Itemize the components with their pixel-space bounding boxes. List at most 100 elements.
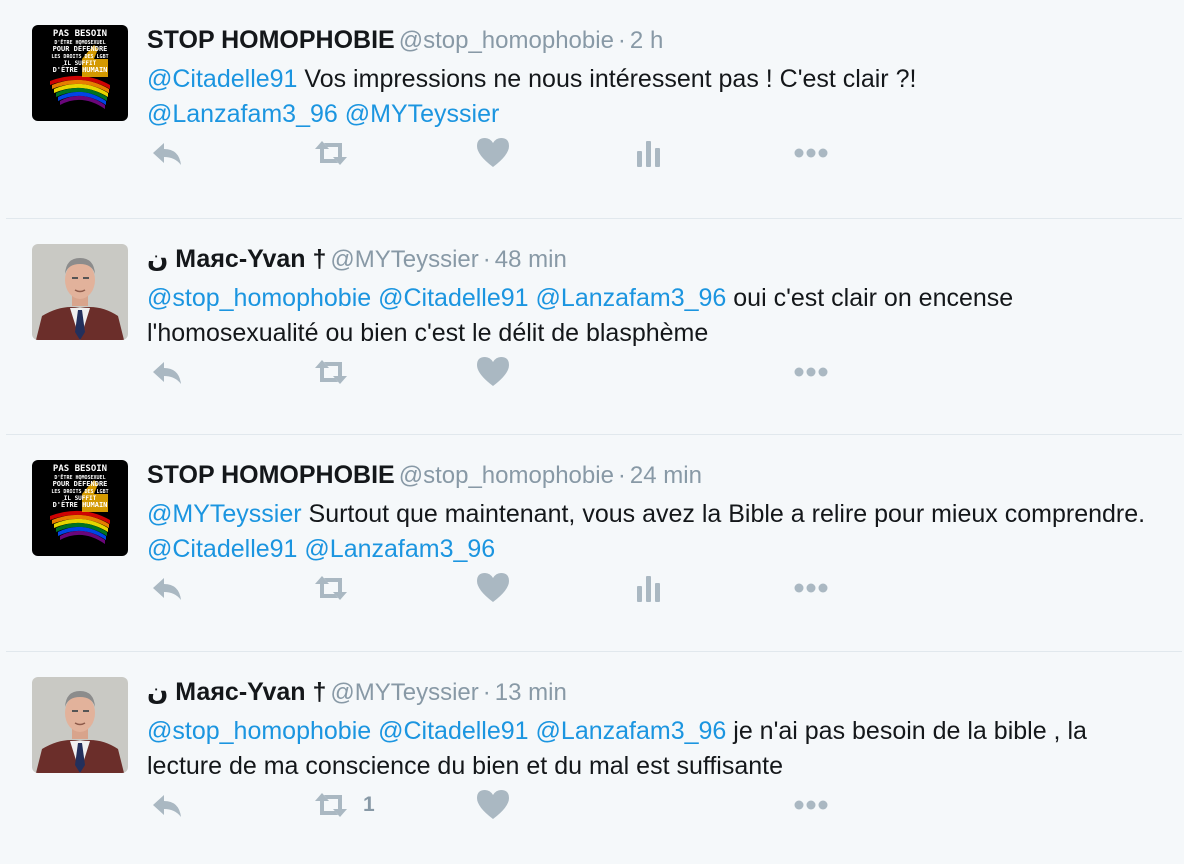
like-button[interactable] xyxy=(473,785,513,825)
analytics-icon xyxy=(629,568,669,608)
svg-text:D'ÊTRE HUMAIN: D'ÊTRE HUMAIN xyxy=(53,65,108,74)
reply-button[interactable] xyxy=(147,352,187,392)
avatar[interactable] xyxy=(32,244,128,340)
reply-button[interactable] xyxy=(147,785,187,825)
mention-link[interactable]: @Citadelle91 xyxy=(147,65,297,93)
mention-link[interactable]: @MYTeyssier xyxy=(147,500,302,528)
more-button[interactable] xyxy=(791,352,831,392)
analytics-icon xyxy=(629,133,669,173)
mention-link[interactable]: @Lanzafam3_96 xyxy=(536,717,727,745)
mention-link[interactable]: @Lanzafam3_96 xyxy=(536,284,727,312)
tweet[interactable]: ن Маяс-Yvan † @MYTeyssier · 13 min @stop_hom… xyxy=(6,651,1182,864)
heart-icon xyxy=(473,785,513,825)
tweet-text-segment: Vos impressions ne nous intéressent pas … xyxy=(297,65,917,93)
like-button[interactable] xyxy=(473,133,513,173)
author-name[interactable]: STOP HOMOPHOBIE xyxy=(147,461,395,489)
author-handle[interactable]: @stop_homophobie xyxy=(399,27,614,54)
reply-button[interactable] xyxy=(147,133,187,173)
retweet-button[interactable] xyxy=(311,352,351,392)
tweet-actions: 1 xyxy=(147,785,847,825)
mention-link[interactable]: @Citadelle91 xyxy=(378,284,528,312)
svg-text:POUR DÉFENDRE: POUR DÉFENDRE xyxy=(53,44,108,53)
reply-icon xyxy=(147,568,187,608)
tweet-text-segment xyxy=(529,284,536,312)
author-name[interactable]: ن Маяс-Yvan † xyxy=(147,678,326,706)
author-name[interactable]: ن Маяс-Yvan † xyxy=(147,245,326,273)
tweet-text-segment: Surtout que maintenant, vous avez la Bib… xyxy=(301,500,1146,528)
tweet[interactable]: PAS BESOIN D'ÊTRE HOMOSEXUEL POUR DÉFENDRE… xyxy=(6,434,1182,651)
retweet-icon xyxy=(311,133,351,173)
mention-link[interactable]: @Lanzafam3_96 xyxy=(304,535,495,563)
timestamp[interactable]: 24 min xyxy=(630,462,702,489)
retweet-icon xyxy=(311,785,351,825)
separator-dot: · xyxy=(617,27,626,54)
svg-text:D'ÊTRE HUMAIN: D'ÊTRE HUMAIN xyxy=(53,500,108,509)
retweet-icon xyxy=(311,352,351,392)
name-suffix: † xyxy=(312,678,327,706)
mention-link[interactable]: @Citadelle91 xyxy=(147,535,297,563)
tweet-text-segment xyxy=(338,100,345,128)
reply-icon xyxy=(147,785,187,825)
mention-link[interactable]: @MYTeyssier xyxy=(345,100,500,128)
tweet-actions xyxy=(147,568,847,608)
more-button[interactable] xyxy=(791,785,831,825)
tweet-header: ن Маяс-Yvan † @MYTeyssier · 13 min xyxy=(147,677,567,711)
retweet-icon xyxy=(311,568,351,608)
separator-dot: · xyxy=(482,246,491,273)
retweet-button[interactable]: 1 xyxy=(311,785,375,825)
heart-icon xyxy=(473,352,513,392)
avatar[interactable] xyxy=(32,677,128,773)
tweet-header: ن Маяс-Yvan † @MYTeyssier · 48 min xyxy=(147,244,567,278)
more-button[interactable] xyxy=(791,568,831,608)
name-text: STOP HOMOPHOBIE xyxy=(147,461,395,489)
tweet-actions xyxy=(147,133,847,173)
tweet-text: @stop_homophobie @Citadelle91 @Lanzafam3… xyxy=(147,281,1157,351)
tweet-text-segment xyxy=(529,717,536,745)
heart-icon xyxy=(473,568,513,608)
tweet-text: @MYTeyssier Surtout que maintenant, vous… xyxy=(147,497,1157,567)
more-button[interactable] xyxy=(791,133,831,173)
name-text: Маяс-Yvan xyxy=(175,245,306,273)
tweet-actions xyxy=(147,352,847,392)
name-suffix: † xyxy=(312,245,327,273)
retweet-button[interactable] xyxy=(311,133,351,173)
heart-icon xyxy=(473,133,513,173)
reply-icon xyxy=(147,133,187,173)
retweet-button[interactable] xyxy=(311,568,351,608)
avatar[interactable]: PAS BESOIN D'ÊTRE HOMOSEXUEL POUR DÉFENDRE… xyxy=(32,25,128,121)
more-icon xyxy=(791,352,831,392)
timestamp[interactable]: 2 h xyxy=(630,27,663,54)
tweet-text: @Citadelle91 Vos impressions ne nous int… xyxy=(147,62,1157,132)
svg-text:PAS BESOIN: PAS BESOIN xyxy=(53,464,107,474)
more-icon xyxy=(791,568,831,608)
name-prefix: ن xyxy=(147,245,169,273)
tweet-header: STOP HOMOPHOBIE @stop_homophobie · 24 min xyxy=(147,460,702,494)
retweet-count: 1 xyxy=(363,793,375,816)
mention-link[interactable]: @stop_homophobie xyxy=(147,717,371,745)
svg-text:POUR DÉFENDRE: POUR DÉFENDRE xyxy=(53,479,108,488)
timestamp[interactable]: 48 min xyxy=(495,246,567,273)
analytics-button[interactable] xyxy=(629,133,669,173)
tweet-header: STOP HOMOPHOBIE @stop_homophobie · 2 h xyxy=(147,25,663,59)
like-button[interactable] xyxy=(473,352,513,392)
name-prefix: ن xyxy=(147,678,169,706)
like-button[interactable] xyxy=(473,568,513,608)
tweet[interactable]: PAS BESOIN D'ÊTRE HOMOSEXUEL POUR DÉFENDRE… xyxy=(6,0,1182,218)
reply-icon xyxy=(147,352,187,392)
svg-text:PAS BESOIN: PAS BESOIN xyxy=(53,29,107,39)
tweet[interactable]: ن Маяс-Yvan † @MYTeyssier · 48 min @stop_hom… xyxy=(6,218,1182,434)
author-handle[interactable]: @MYTeyssier xyxy=(330,246,478,273)
reply-button[interactable] xyxy=(147,568,187,608)
tweet-text: @stop_homophobie @Citadelle91 @Lanzafam3… xyxy=(147,714,1157,784)
mention-link[interactable]: @stop_homophobie xyxy=(147,284,371,312)
timestamp[interactable]: 13 min xyxy=(495,679,567,706)
mention-link[interactable]: @Lanzafam3_96 xyxy=(147,100,338,128)
more-icon xyxy=(791,133,831,173)
author-name[interactable]: STOP HOMOPHOBIE xyxy=(147,26,395,54)
analytics-button[interactable] xyxy=(629,568,669,608)
avatar[interactable]: PAS BESOIN D'ÊTRE HOMOSEXUEL POUR DÉFENDRE… xyxy=(32,460,128,556)
mention-link[interactable]: @Citadelle91 xyxy=(378,717,528,745)
author-handle[interactable]: @stop_homophobie xyxy=(399,462,614,489)
author-handle[interactable]: @MYTeyssier xyxy=(330,679,478,706)
more-icon xyxy=(791,785,831,825)
